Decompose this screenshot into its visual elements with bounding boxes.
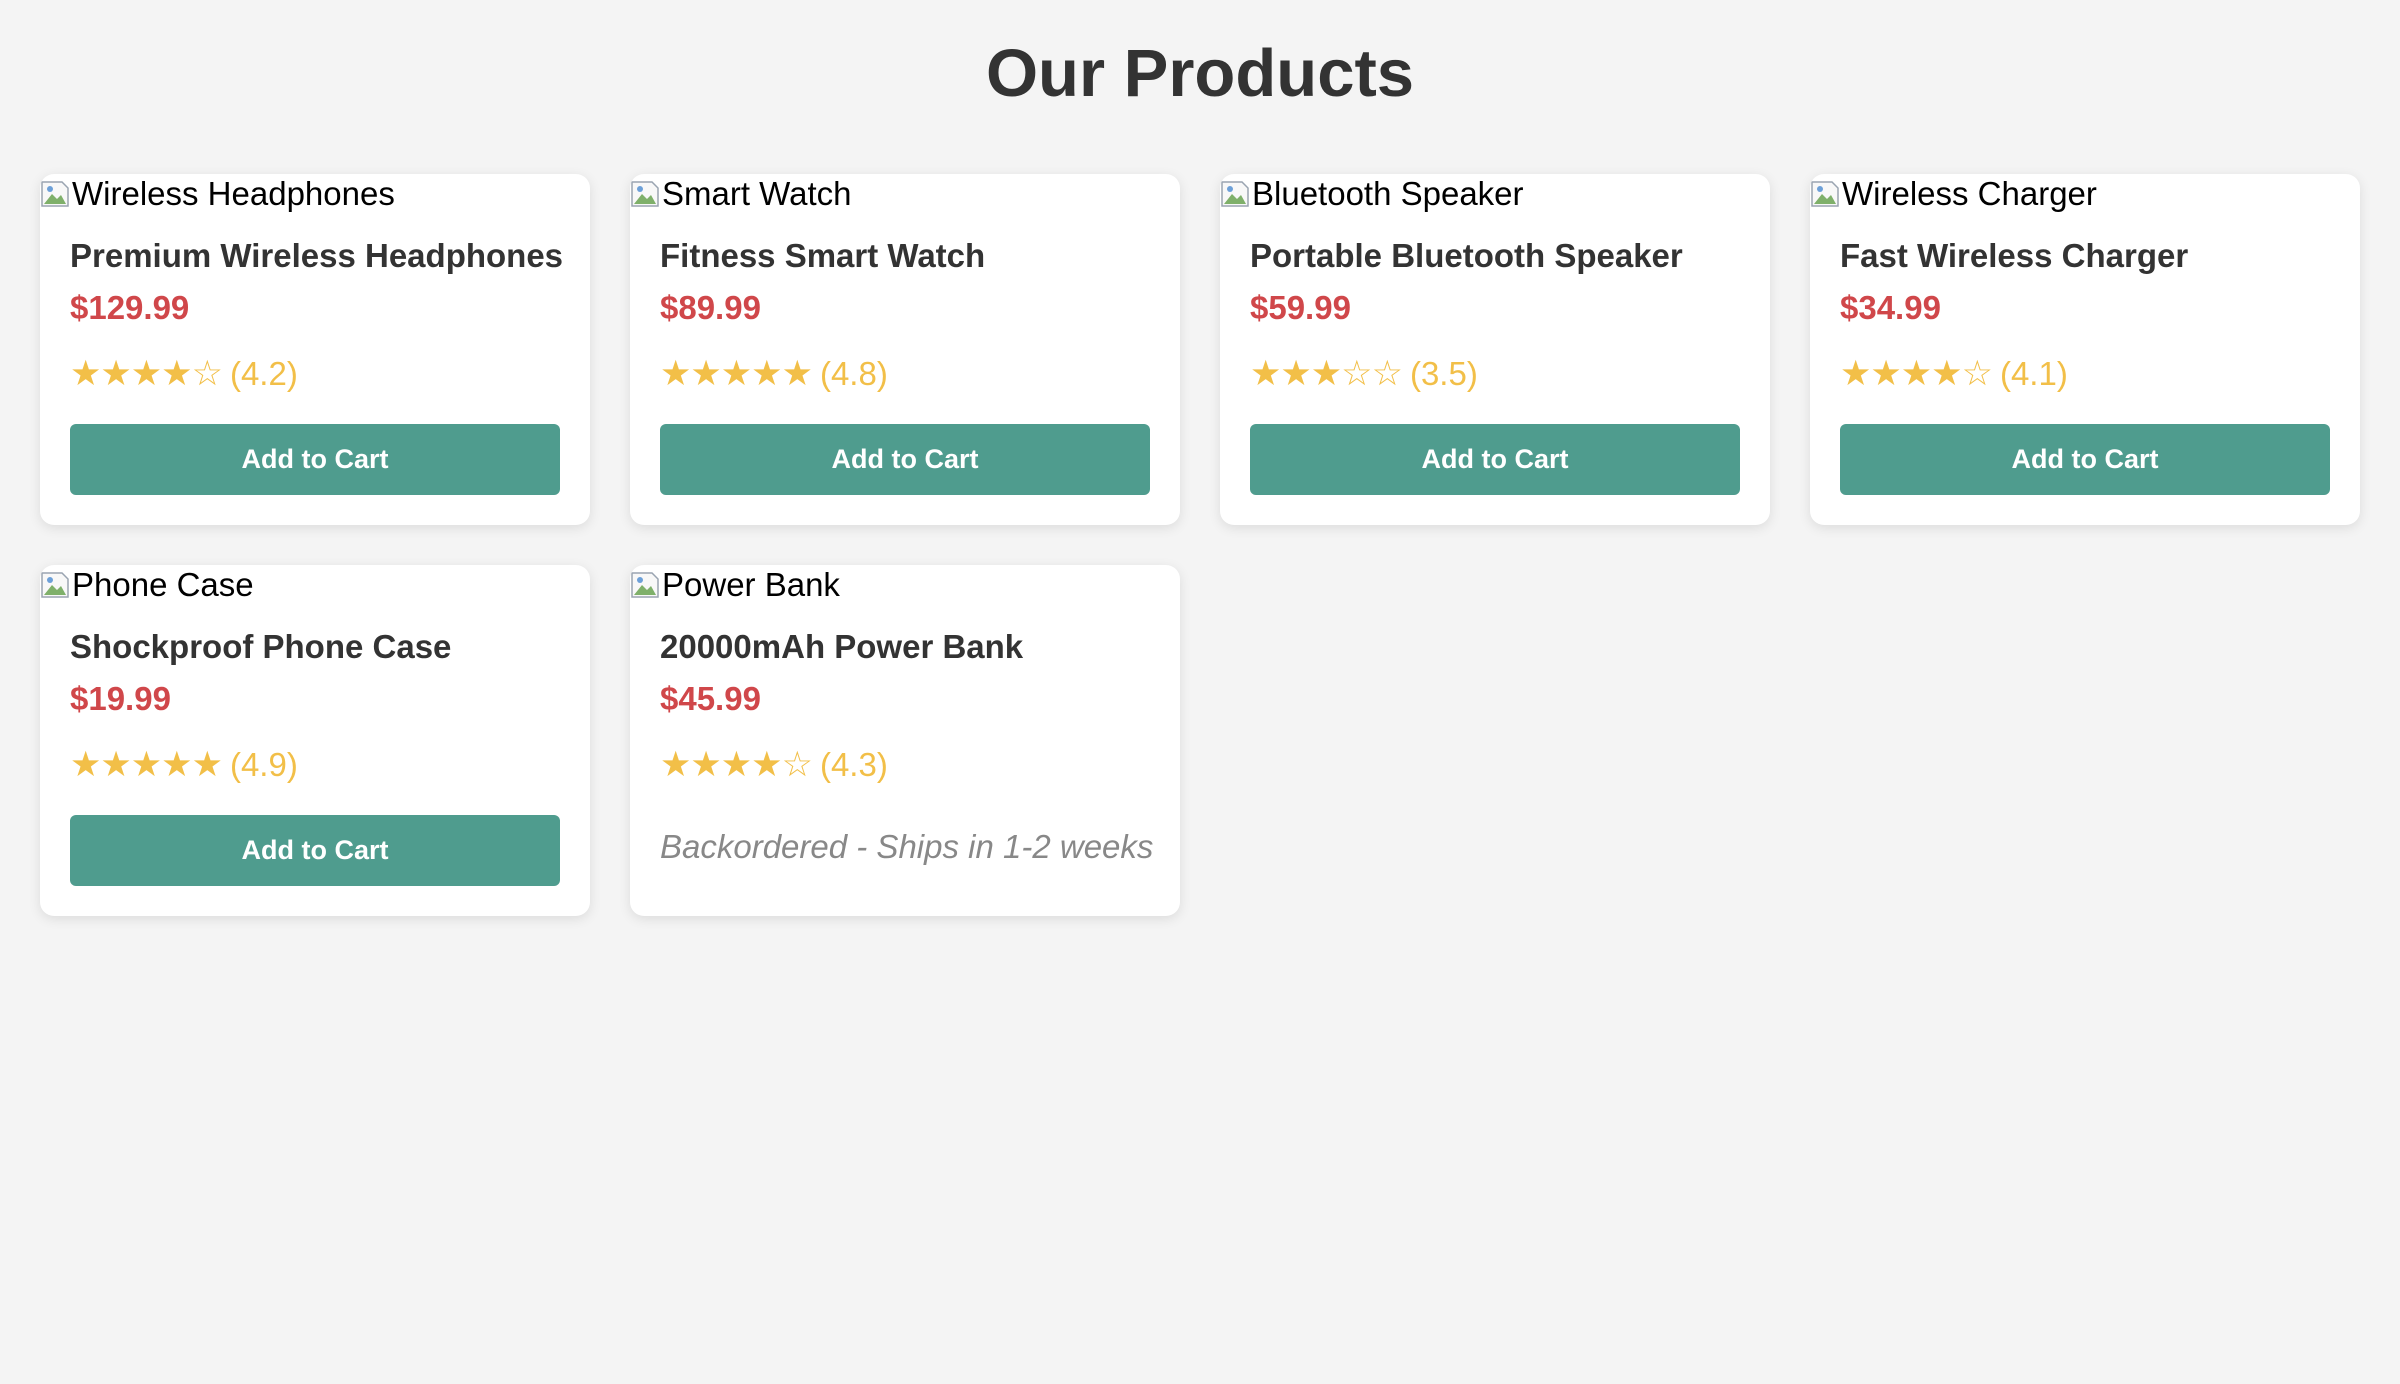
broken-image-icon bbox=[630, 178, 660, 210]
product-image: Smart Watch bbox=[630, 174, 851, 214]
broken-image-icon bbox=[1810, 178, 1840, 210]
star-filled-icon: ★ bbox=[70, 745, 101, 785]
broken-image-icon bbox=[630, 569, 660, 601]
star-filled-icon: ★ bbox=[1310, 354, 1342, 394]
star-empty-icon: ☆ bbox=[1341, 354, 1372, 394]
image-alt-text: Phone Case bbox=[72, 566, 254, 603]
star-filled-icon: ★ bbox=[1840, 354, 1871, 394]
add-to-cart-button[interactable]: Add to Cart bbox=[70, 424, 560, 495]
star-filled-icon: ★ bbox=[690, 354, 721, 394]
star-filled-icon: ★ bbox=[161, 745, 192, 785]
product-price: $89.99 bbox=[660, 289, 761, 326]
product-rating: ★ ★ ★ ★ ★ (4.8) bbox=[660, 354, 888, 394]
product-name: 20000mAh Power Bank bbox=[660, 628, 1024, 665]
star-filled-icon: ★ bbox=[130, 354, 162, 394]
star-filled-icon: ★ bbox=[720, 745, 752, 785]
product-card: Smart Watch Fitness Smart Watch $89.99 ★… bbox=[630, 174, 1180, 525]
star-filled-icon: ★ bbox=[130, 745, 162, 785]
star-empty-icon: ☆ bbox=[781, 745, 813, 785]
product-card: Power Bank 20000mAh Power Bank $45.99 ★ ★… bbox=[630, 565, 1180, 916]
product-price: $59.99 bbox=[1250, 289, 1351, 326]
star-filled-icon: ★ bbox=[100, 745, 131, 785]
rating-value: (4.9) bbox=[229, 746, 298, 783]
image-alt-text: Bluetooth Speaker bbox=[1252, 175, 1524, 212]
product-card: Wireless Charger Fast Wireless Charger $… bbox=[1810, 174, 2360, 525]
star-rating: ★ ★ ★ ★ ★ bbox=[70, 745, 223, 785]
page-title: Our Products bbox=[985, 36, 1415, 111]
product-name: Premium Wireless Headphones bbox=[70, 237, 564, 274]
product-name: Fast Wireless Charger bbox=[1840, 237, 2189, 274]
star-filled-icon: ★ bbox=[781, 354, 813, 394]
add-to-cart-button[interactable]: Add to Cart bbox=[660, 424, 1150, 495]
star-filled-icon: ★ bbox=[191, 745, 223, 785]
product-price: $34.99 bbox=[1840, 289, 1941, 326]
product-rating: ★ ★ ★ ★ ☆ (4.3) bbox=[660, 745, 888, 785]
star-rating: ★ ★ ★ ★ ☆ bbox=[70, 354, 223, 394]
product-rating: ★ ★ ★ ☆ ☆ (3.5) bbox=[1250, 354, 1478, 394]
product-rating: ★ ★ ★ ★ ☆ (4.2) bbox=[70, 354, 298, 394]
star-filled-icon: ★ bbox=[1931, 354, 1962, 394]
broken-image-icon bbox=[1220, 178, 1250, 210]
image-alt-text: Wireless Headphones bbox=[72, 175, 395, 212]
star-filled-icon: ★ bbox=[751, 745, 782, 785]
rating-value: (3.5) bbox=[1409, 355, 1478, 392]
star-rating: ★ ★ ★ ★ ★ bbox=[660, 354, 813, 394]
star-filled-icon: ★ bbox=[1900, 354, 1932, 394]
star-filled-icon: ★ bbox=[1250, 354, 1281, 394]
add-to-cart-button[interactable]: Add to Cart bbox=[1250, 424, 1740, 495]
rating-value: (4.8) bbox=[819, 355, 888, 392]
image-alt-text: Smart Watch bbox=[662, 175, 852, 212]
product-grid: Wireless Headphones Premium Wireless Hea… bbox=[40, 174, 2360, 916]
product-name: Portable Bluetooth Speaker bbox=[1250, 237, 1683, 274]
product-card: Phone Case Shockproof Phone Case $19.99 … bbox=[40, 565, 590, 916]
star-filled-icon: ★ bbox=[1870, 354, 1901, 394]
product-image: Phone Case bbox=[40, 565, 254, 605]
product-image: Bluetooth Speaker bbox=[1220, 174, 1524, 214]
product-card: Bluetooth Speaker Portable Bluetooth Spe… bbox=[1220, 174, 1770, 525]
rating-value: (4.1) bbox=[1999, 355, 2068, 392]
product-rating: ★ ★ ★ ★ ☆ (4.1) bbox=[1840, 354, 2068, 394]
star-rating: ★ ★ ★ ★ ☆ bbox=[1840, 354, 1993, 394]
image-alt-text: Power Bank bbox=[662, 566, 840, 603]
add-to-cart-button[interactable]: Add to Cart bbox=[1840, 424, 2330, 495]
broken-image-icon bbox=[40, 569, 70, 601]
star-filled-icon: ★ bbox=[660, 745, 691, 785]
image-alt-text: Wireless Charger bbox=[1842, 175, 2097, 212]
star-filled-icon: ★ bbox=[660, 354, 691, 394]
product-card: Wireless Headphones Premium Wireless Hea… bbox=[40, 174, 590, 525]
add-to-cart-button[interactable]: Add to Cart bbox=[70, 815, 560, 886]
product-price: $129.99 bbox=[70, 289, 190, 326]
star-filled-icon: ★ bbox=[100, 354, 131, 394]
product-rating: ★ ★ ★ ★ ★ (4.9) bbox=[70, 745, 298, 785]
star-filled-icon: ★ bbox=[690, 745, 721, 785]
product-name: Fitness Smart Watch bbox=[660, 237, 986, 274]
rating-value: (4.3) bbox=[819, 746, 888, 783]
star-rating: ★ ★ ★ ☆ ☆ bbox=[1250, 354, 1403, 394]
star-filled-icon: ★ bbox=[70, 354, 101, 394]
star-empty-icon: ☆ bbox=[1371, 354, 1403, 394]
product-name: Shockproof Phone Case bbox=[70, 628, 452, 665]
product-price: $45.99 bbox=[660, 680, 761, 717]
product-image: Wireless Headphones bbox=[40, 174, 395, 214]
product-image: Power Bank bbox=[630, 565, 840, 605]
star-filled-icon: ★ bbox=[751, 354, 782, 394]
star-filled-icon: ★ bbox=[1280, 354, 1311, 394]
backorder-status: Backordered - Ships in 1-2 weeks bbox=[660, 828, 1154, 865]
product-price: $19.99 bbox=[70, 680, 171, 717]
star-filled-icon: ★ bbox=[720, 354, 752, 394]
star-rating: ★ ★ ★ ★ ☆ bbox=[660, 745, 813, 785]
star-empty-icon: ☆ bbox=[191, 354, 223, 394]
broken-image-icon bbox=[40, 178, 70, 210]
product-image: Wireless Charger bbox=[1810, 174, 2097, 214]
star-empty-icon: ☆ bbox=[1961, 354, 1993, 394]
star-filled-icon: ★ bbox=[161, 354, 192, 394]
rating-value: (4.2) bbox=[229, 355, 298, 392]
